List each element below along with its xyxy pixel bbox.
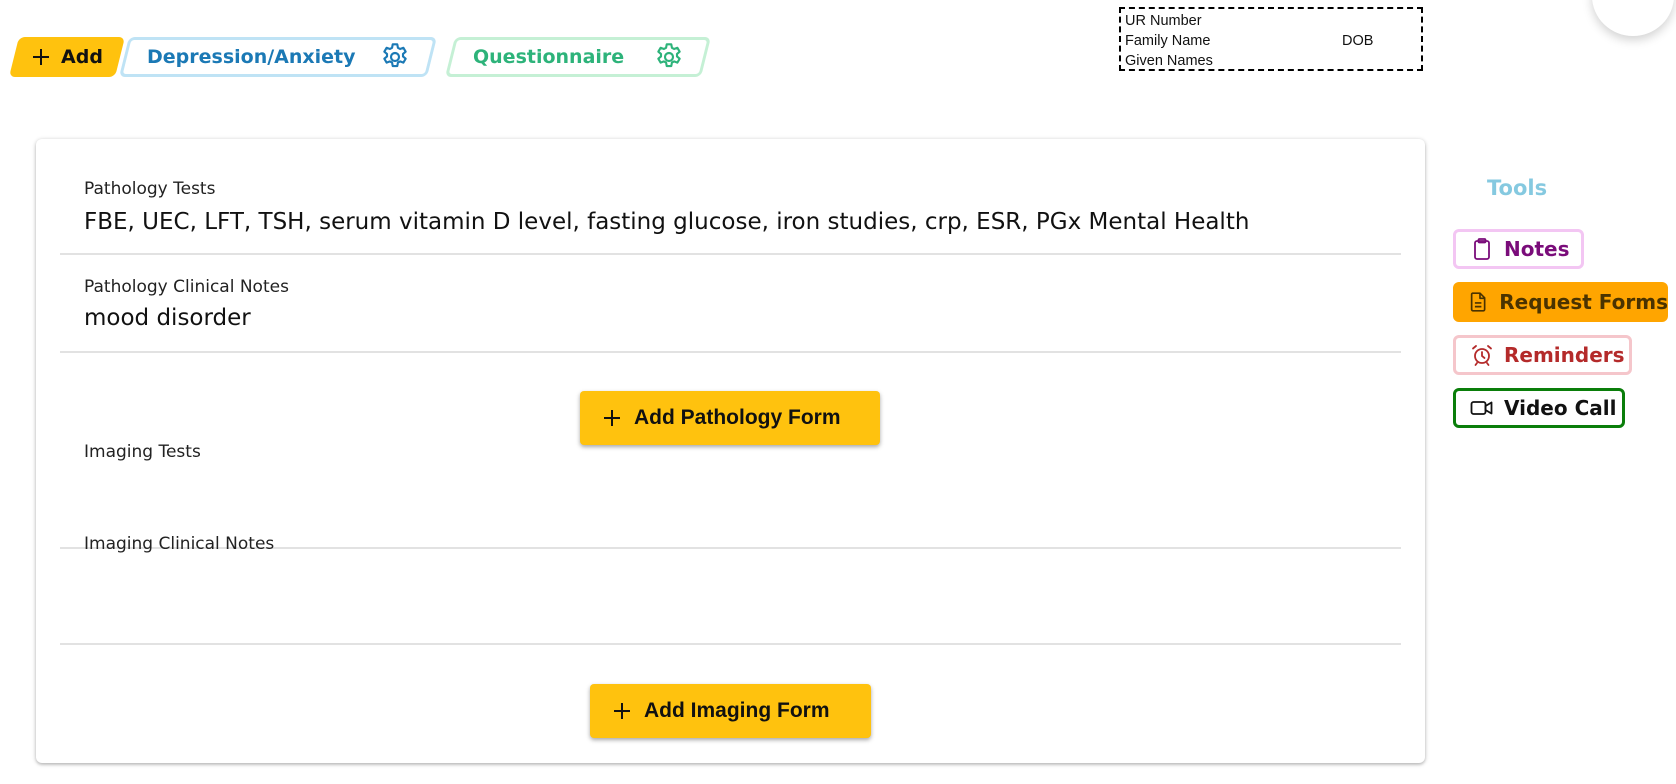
- plus-icon: [604, 410, 620, 426]
- request-forms-label: Request Forms: [1499, 290, 1668, 314]
- add-imaging-form-button[interactable]: Add Imaging Form: [590, 684, 871, 738]
- gear-icon[interactable]: [379, 41, 411, 73]
- pathology-clinical-notes-label: Pathology Clinical Notes: [84, 277, 289, 297]
- add-pathology-form-label: Add Pathology Form: [634, 406, 841, 429]
- imaging-tests-label: Imaging Tests: [84, 442, 201, 462]
- video-camera-icon: [1470, 401, 1493, 415]
- imaging-clinical-notes-label: Imaging Clinical Notes: [84, 534, 275, 554]
- gear-icon[interactable]: [653, 41, 685, 73]
- pathology-tests-field[interactable]: Pathology Tests FBE, UEC, LFT, TSH, seru…: [60, 139, 1401, 255]
- tab-questionnaire-label: Questionnaire: [473, 46, 625, 68]
- given-names: Given Names: [1125, 53, 1213, 69]
- pathology-clinical-notes-value[interactable]: mood disorder: [84, 305, 251, 331]
- ur-number: UR Number: [1125, 13, 1202, 29]
- imaging-tests-field[interactable]: [60, 429, 1401, 549]
- request-forms-card: Pathology Tests FBE, UEC, LFT, TSH, seru…: [36, 139, 1425, 763]
- pathology-clinical-notes-field[interactable]: Pathology Clinical Notes mood disorder: [60, 255, 1401, 353]
- clipboard-icon: [1474, 238, 1490, 260]
- patient-label-box: UR Number Family Name Given Names DOB: [1119, 7, 1423, 71]
- plus-icon: [614, 703, 630, 719]
- plus-icon: [33, 49, 50, 65]
- video-call-label: Video Call: [1504, 396, 1617, 420]
- imaging-clinical-notes-field[interactable]: [60, 549, 1401, 645]
- floating-action-button[interactable]: [1592, 0, 1674, 36]
- add-tab-button[interactable]: Add: [9, 37, 125, 77]
- pathology-tests-label: Pathology Tests: [84, 179, 216, 199]
- reminders-button[interactable]: Reminders: [1453, 335, 1632, 375]
- add-tab-label: Add: [61, 46, 103, 68]
- video-call-button[interactable]: Video Call: [1453, 388, 1625, 428]
- add-imaging-form-label: Add Imaging Form: [644, 699, 830, 722]
- dob: DOB: [1342, 33, 1374, 49]
- tools-heading: Tools: [1487, 176, 1548, 200]
- tab-questionnaire[interactable]: Questionnaire: [445, 37, 711, 77]
- request-forms-button[interactable]: Request Forms: [1453, 282, 1668, 322]
- tab-depression-anxiety[interactable]: Depression/Anxiety: [119, 37, 437, 77]
- notes-button[interactable]: Notes: [1453, 229, 1584, 269]
- reminders-label: Reminders: [1504, 343, 1625, 367]
- tab-depression-anxiety-label: Depression/Anxiety: [147, 46, 356, 68]
- pathology-tests-value[interactable]: FBE, UEC, LFT, TSH, serum vitamin D leve…: [84, 209, 1249, 235]
- notes-label: Notes: [1504, 237, 1570, 261]
- alarm-clock-icon: [1472, 345, 1492, 366]
- document-icon: [1470, 292, 1486, 312]
